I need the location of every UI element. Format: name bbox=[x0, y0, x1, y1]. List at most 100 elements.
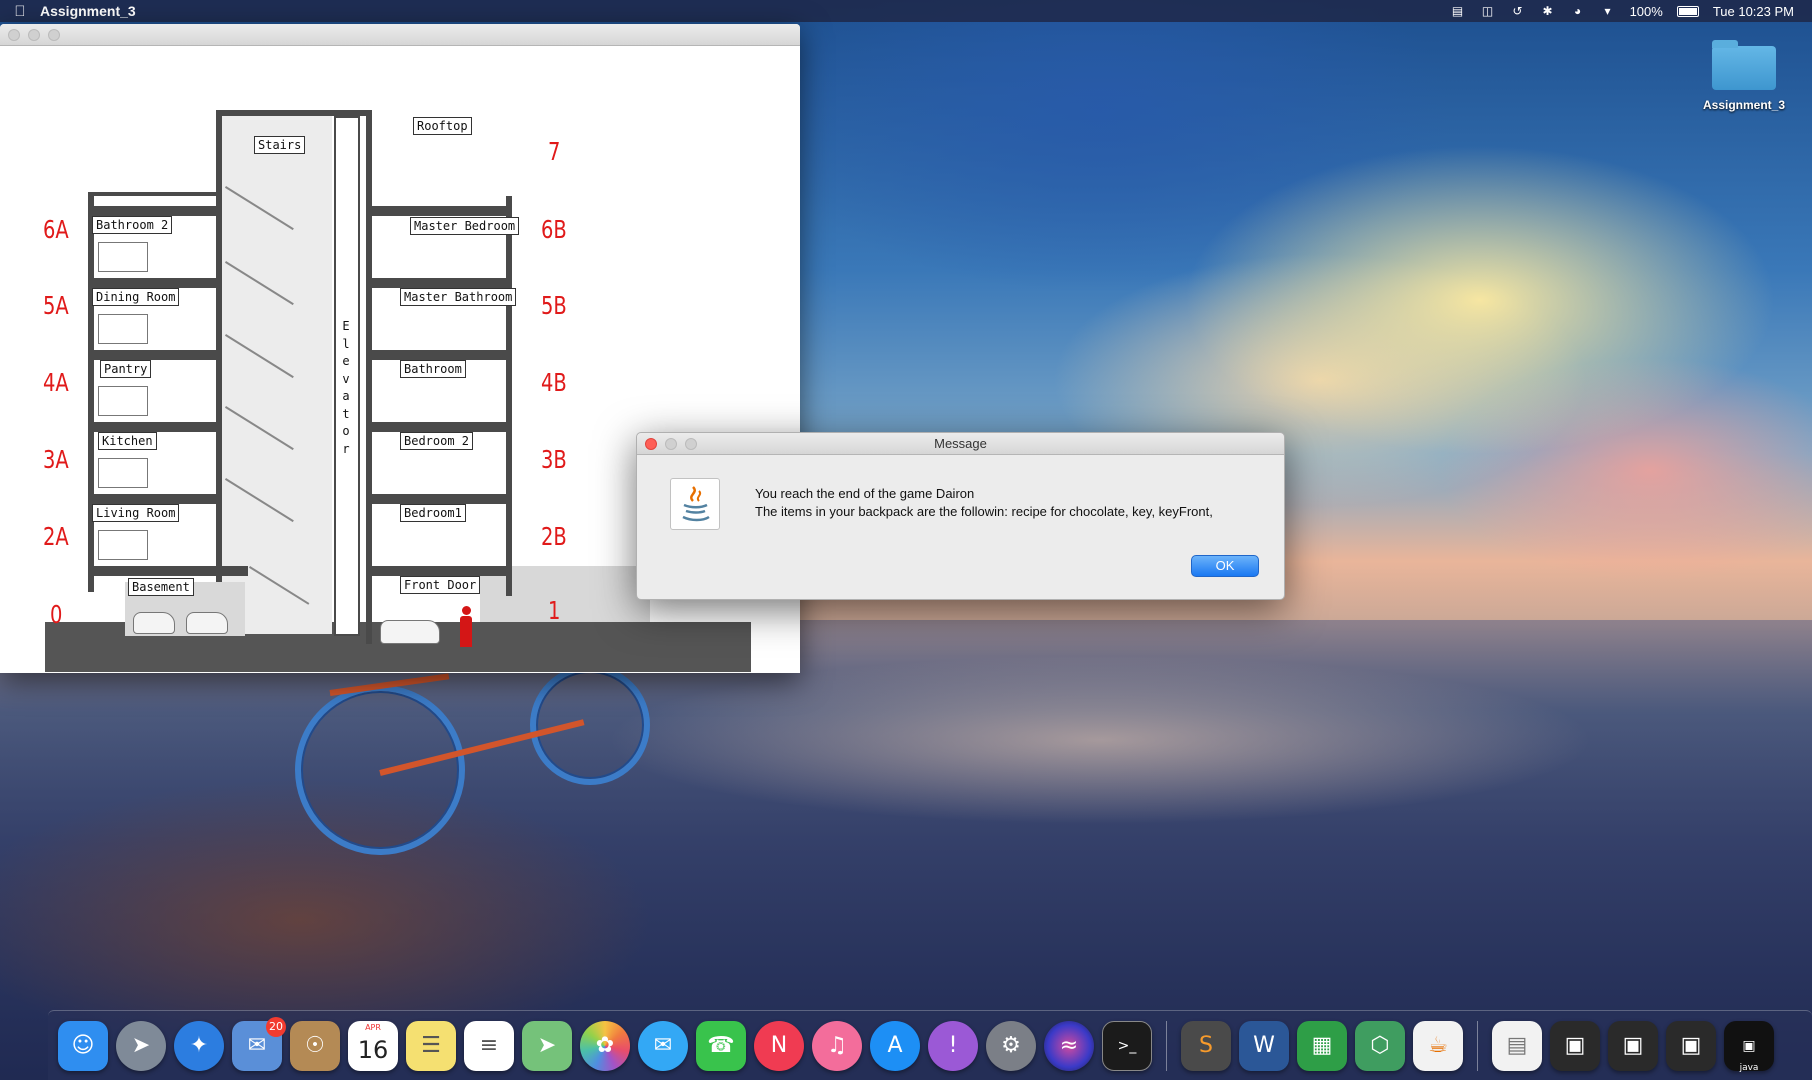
dock-app-facetime[interactable]: ☎ bbox=[696, 1020, 746, 1071]
terminal-icon: >_ bbox=[1117, 1037, 1137, 1054]
floor-slab-2a bbox=[88, 494, 218, 504]
gear-icon: ⚙ bbox=[1001, 1033, 1021, 1058]
dock-app-notes[interactable]: ☰ bbox=[406, 1020, 456, 1071]
dock-app-siri[interactable]: ≈ bbox=[1044, 1020, 1094, 1071]
folder-icon bbox=[1712, 40, 1776, 90]
floor-slab-3b bbox=[366, 422, 512, 432]
floor-label-0: 0 bbox=[50, 600, 63, 629]
room-furniture bbox=[98, 314, 148, 344]
desktop-folder-assignment3[interactable]: Assignment_3 bbox=[1686, 40, 1802, 112]
room-label-master-bathroom: Master Bathroom bbox=[400, 288, 517, 306]
wifi-icon[interactable]: ◕ bbox=[1570, 4, 1586, 18]
game-window-titlebar[interactable] bbox=[0, 24, 800, 46]
room-label-basement: Basement bbox=[128, 578, 194, 596]
floor-label-3a: 3A bbox=[43, 445, 69, 474]
dock-app-safari[interactable]: ✦ bbox=[174, 1020, 224, 1071]
parked-car bbox=[186, 612, 228, 634]
floor-label-5b: 5B bbox=[541, 291, 567, 320]
compass-icon: ✦ bbox=[189, 1033, 209, 1058]
calendar-day: 16 bbox=[357, 1035, 389, 1064]
dock-app-feedback[interactable]: ! bbox=[928, 1020, 978, 1071]
battery-icon[interactable] bbox=[1676, 5, 1699, 17]
room-label-kitchen: Kitchen bbox=[98, 432, 157, 450]
dialog-message-line2: The items in your backpack are the follo… bbox=[755, 504, 1213, 519]
floor-label-2a: 2A bbox=[43, 522, 69, 551]
floor-slab-4b bbox=[366, 350, 512, 360]
room-label-pantry: Pantry bbox=[100, 360, 152, 378]
room-label-rooftop: Rooftop bbox=[413, 117, 472, 135]
dock-recent-java[interactable]: ▣ java bbox=[1724, 1020, 1774, 1073]
dock-app-messages[interactable]: ✉ bbox=[638, 1020, 688, 1071]
mail-icon: ✉ bbox=[247, 1033, 267, 1058]
minimize-icon[interactable] bbox=[28, 29, 40, 41]
java-icon bbox=[670, 478, 720, 530]
room-label-stairs: Stairs bbox=[254, 136, 306, 154]
player-icon bbox=[460, 606, 472, 647]
volume-icon[interactable]: ▾ bbox=[1600, 4, 1616, 18]
floor-label-1: 1 bbox=[548, 596, 561, 625]
dock-app-terminal[interactable]: >_ bbox=[1102, 1020, 1152, 1071]
dialog-titlebar[interactable]: Message bbox=[637, 433, 1284, 455]
window-icon: ▣ bbox=[1564, 1033, 1586, 1058]
close-icon[interactable] bbox=[8, 29, 20, 41]
window-icon: ▣ bbox=[1622, 1033, 1644, 1058]
room-label-bathroom2: Bathroom 2 bbox=[92, 216, 173, 234]
active-app-name[interactable]: Assignment_3 bbox=[40, 3, 136, 19]
dock-app-photos[interactable]: ✿ bbox=[580, 1020, 630, 1071]
dock-app-word[interactable]: W bbox=[1239, 1020, 1289, 1071]
dock-app-finder[interactable]: ☺ bbox=[58, 1020, 108, 1071]
menu-extras: ▤ ◫ ↺ ✱ ◕ ▾ 100% Tue 10:23 PM bbox=[1450, 0, 1794, 22]
floor-label-7: 7 bbox=[548, 137, 561, 166]
dock-app-reminders[interactable]: ≡ bbox=[464, 1020, 514, 1071]
floor-label-6a: 6A bbox=[43, 215, 69, 244]
dock-recent-window[interactable]: ▣ bbox=[1608, 1020, 1658, 1071]
dock-app-news[interactable]: N bbox=[754, 1020, 804, 1071]
contacts-icon: ☉ bbox=[305, 1033, 325, 1058]
floor-label-4a: 4A bbox=[43, 368, 69, 397]
dock-app-mail[interactable]: ✉ 20 bbox=[232, 1016, 286, 1071]
dock-app-calendar[interactable]: APR 16 bbox=[348, 1020, 398, 1071]
dock-app-java[interactable]: ☕ bbox=[1413, 1020, 1463, 1071]
dock-recent-document[interactable]: ▤ bbox=[1492, 1020, 1542, 1071]
menu-clock[interactable]: Tue 10:23 PM bbox=[1713, 4, 1794, 19]
dock-app-contacts[interactable]: ☉ bbox=[290, 1020, 340, 1071]
time-machine-icon[interactable]: ↺ bbox=[1510, 4, 1526, 18]
ok-button[interactable]: OK bbox=[1191, 555, 1259, 577]
battery-percent: 100% bbox=[1629, 3, 1663, 19]
dock-app-system-preferences[interactable]: ⚙ bbox=[986, 1020, 1036, 1071]
word-icon: W bbox=[1253, 1033, 1275, 1058]
parked-car bbox=[133, 612, 175, 634]
room-label-living-room: Living Room bbox=[92, 504, 180, 522]
floor-slab-5a bbox=[88, 278, 218, 288]
dock-recent-window[interactable]: ▣ bbox=[1550, 1020, 1600, 1071]
apple-icon[interactable]:  bbox=[0, 3, 40, 20]
floor-slab-1a bbox=[88, 566, 248, 576]
dock-app-launchpad[interactable]: ➤ bbox=[116, 1020, 166, 1071]
room-label-master-bedroom: Master Bedroom bbox=[410, 217, 520, 235]
music-icon: ♫ bbox=[827, 1033, 847, 1058]
stair-shaft bbox=[222, 112, 332, 634]
floor-slab-5b bbox=[366, 278, 512, 288]
chart-icon: ▦ bbox=[1311, 1033, 1333, 1058]
mission-control-icon[interactable]: ◫ bbox=[1480, 4, 1496, 18]
calendar-month: APR bbox=[365, 1022, 381, 1032]
room-label-front-door: Front Door bbox=[400, 576, 481, 594]
floor-slab-1b bbox=[366, 566, 512, 576]
bluetooth-icon[interactable]: ✱ bbox=[1540, 4, 1556, 18]
dock-app-maps[interactable]: ➤ bbox=[522, 1020, 572, 1071]
dock-app-blender[interactable]: ⬡ bbox=[1355, 1020, 1405, 1071]
news-icon: N bbox=[770, 1033, 788, 1058]
dock-app-app-store[interactable]: A bbox=[870, 1020, 920, 1071]
dock-app-numbers[interactable]: ▦ bbox=[1297, 1020, 1347, 1071]
app-store-icon: A bbox=[887, 1033, 903, 1058]
dock-recent-java-label: java bbox=[1739, 1062, 1759, 1073]
dock-recent-window[interactable]: ▣ bbox=[1666, 1020, 1716, 1071]
document-icon: ▤ bbox=[1506, 1033, 1528, 1058]
dock-app-itunes[interactable]: ♫ bbox=[812, 1020, 862, 1071]
notification-icon[interactable]: ▤ bbox=[1450, 4, 1466, 18]
siri-icon: ≈ bbox=[1059, 1033, 1079, 1058]
dock-app-sublime[interactable]: S bbox=[1181, 1020, 1231, 1071]
dock: ☺ ➤ ✦ ✉ 20 ☉ APR 16 ☰ ≡ ➤ ✿ ✉ ☎ N ♫ A ! … bbox=[48, 1010, 1812, 1080]
floor-label-6b: 6B bbox=[541, 215, 567, 244]
zoom-icon[interactable] bbox=[48, 29, 60, 41]
